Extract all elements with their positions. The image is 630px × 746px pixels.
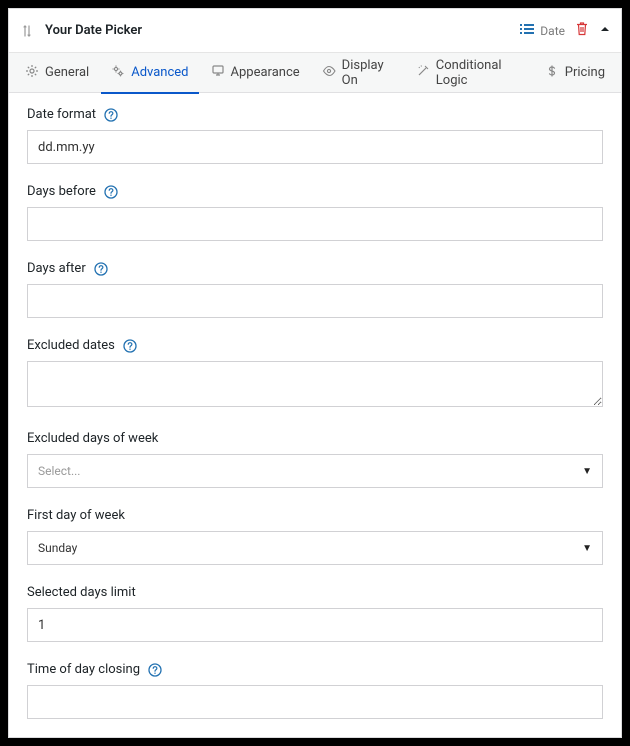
- tab-conditional-logic[interactable]: Conditional Logic: [406, 53, 533, 93]
- help-icon[interactable]: [94, 262, 108, 276]
- help-icon[interactable]: [104, 108, 118, 122]
- eye-icon: [322, 64, 336, 82]
- field-days-after: Days after: [27, 261, 603, 318]
- trash-icon[interactable]: [575, 21, 589, 40]
- label-days-after: Days after: [27, 261, 86, 276]
- dollar-icon: [545, 64, 559, 82]
- help-icon[interactable]: [148, 663, 162, 677]
- field-days-before: Days before: [27, 184, 603, 241]
- label-selected-days-limit: Selected days limit: [27, 585, 136, 600]
- appearance-icon: [211, 64, 225, 82]
- panel-header: Your Date Picker Date: [9, 9, 621, 53]
- input-date-format[interactable]: [27, 130, 603, 164]
- panel-body: Date format Days before Da: [9, 93, 621, 738]
- field-type-label: Date: [540, 24, 565, 38]
- field-selected-days-limit: Selected days limit: [27, 585, 603, 642]
- label-days-before: Days before: [27, 184, 96, 199]
- tabs-bar: General Advanced Appearance Display On: [9, 53, 621, 93]
- label-time-of-day-closing: Time of day closing: [27, 662, 140, 677]
- gear-icon: [25, 64, 39, 82]
- field-excluded-dates: Excluded dates: [27, 338, 603, 411]
- collapse-icon[interactable]: [599, 23, 611, 39]
- label-excluded-days-of-week: Excluded days of week: [27, 431, 158, 446]
- input-days-after[interactable]: [27, 284, 603, 318]
- textarea-excluded-dates[interactable]: [27, 361, 603, 407]
- drag-handle-icon[interactable]: [19, 24, 35, 38]
- tab-display-on[interactable]: Display On: [312, 53, 404, 93]
- help-icon[interactable]: [123, 339, 137, 353]
- field-excluded-days-of-week: Excluded days of week Select... ▼: [27, 431, 603, 488]
- chevron-down-icon: ▼: [582, 543, 592, 554]
- input-time-of-day-closing[interactable]: [27, 685, 603, 719]
- input-days-before[interactable]: [27, 207, 603, 241]
- tab-general[interactable]: General: [15, 53, 99, 93]
- field-first-day-of-week: First day of week Sunday ▼: [27, 508, 603, 565]
- list-icon: [520, 22, 534, 39]
- chevron-down-icon: ▼: [582, 466, 592, 477]
- tab-pricing[interactable]: Pricing: [535, 53, 615, 93]
- input-selected-days-limit[interactable]: [27, 608, 603, 642]
- field-type-chip: Date: [520, 22, 565, 39]
- label-date-format: Date format: [27, 107, 96, 122]
- field-date-format: Date format: [27, 107, 603, 164]
- label-first-day-of-week: First day of week: [27, 508, 125, 523]
- select-first-day-of-week[interactable]: Sunday ▼: [27, 531, 603, 565]
- wand-icon: [416, 64, 430, 82]
- tab-appearance[interactable]: Appearance: [201, 53, 310, 93]
- tab-advanced[interactable]: Advanced: [101, 53, 198, 93]
- field-editor-panel: Your Date Picker Date: [8, 8, 622, 738]
- label-excluded-dates: Excluded dates: [27, 338, 115, 353]
- field-time-of-day-closing: Time of day closing: [27, 662, 603, 719]
- gears-icon: [111, 64, 125, 82]
- select-excluded-days-of-week[interactable]: Select... ▼: [27, 454, 603, 488]
- panel-title: Your Date Picker: [45, 23, 520, 38]
- help-icon[interactable]: [104, 185, 118, 199]
